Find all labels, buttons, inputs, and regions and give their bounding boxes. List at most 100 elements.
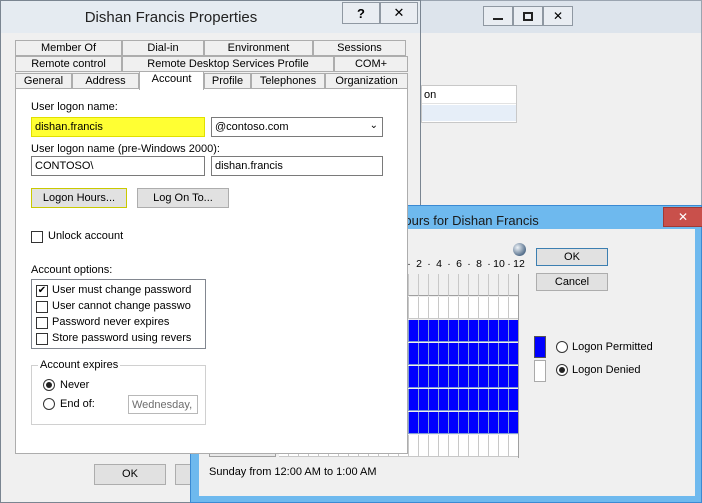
tab-sessions[interactable]: Sessions — [313, 40, 406, 56]
tab-general[interactable]: General — [15, 73, 72, 89]
maximize-button[interactable] — [513, 6, 543, 26]
account-options-list[interactable]: ✔ User must change password User cannot ch… — [31, 279, 206, 349]
hour-column-header[interactable] — [449, 274, 459, 296]
hour-column-header[interactable] — [439, 274, 449, 296]
hour-cell[interactable] — [429, 343, 439, 365]
tab-member-of[interactable]: Member Of — [15, 40, 122, 56]
hour-cell[interactable] — [429, 412, 439, 434]
ok-button[interactable]: OK — [536, 248, 608, 266]
pre2000-user-input[interactable]: dishan.francis — [211, 156, 383, 176]
tab-address[interactable]: Address — [72, 73, 139, 89]
hour-cell[interactable] — [509, 297, 519, 319]
hour-cell[interactable] — [409, 343, 419, 365]
user-logon-input[interactable]: dishan.francis — [31, 117, 205, 137]
tab-remote-control[interactable]: Remote control — [15, 56, 122, 72]
hour-cell[interactable] — [439, 435, 449, 457]
tab-telephones[interactable]: Telephones — [251, 73, 325, 89]
hour-cell[interactable] — [469, 366, 479, 388]
hour-cell[interactable] — [449, 366, 459, 388]
upn-suffix-select[interactable]: @contoso.com ⌄ — [211, 117, 383, 137]
tab-dial-in[interactable]: Dial-in — [122, 40, 204, 56]
hour-cell[interactable] — [479, 297, 489, 319]
hour-cell[interactable] — [459, 412, 469, 434]
hour-cell[interactable] — [469, 297, 479, 319]
hour-cell[interactable] — [479, 389, 489, 411]
cancel-button[interactable]: Cancel — [536, 273, 608, 291]
tab-remote-desktop-services-profile[interactable]: Remote Desktop Services Profile — [122, 56, 334, 72]
hour-column-header[interactable] — [489, 274, 499, 296]
hour-column-header[interactable] — [479, 274, 489, 296]
hour-cell[interactable] — [429, 297, 439, 319]
hour-cell[interactable] — [409, 320, 419, 342]
never-radio[interactable] — [43, 379, 55, 391]
end-of-date-field[interactable]: Wednesday, — [128, 395, 198, 414]
tab-profile[interactable]: Profile — [204, 73, 251, 89]
hour-cell[interactable] — [479, 435, 489, 457]
hour-column-header[interactable] — [509, 274, 519, 296]
list-column-header[interactable]: on — [422, 86, 516, 104]
hour-cell[interactable] — [449, 320, 459, 342]
hour-cell[interactable] — [459, 320, 469, 342]
hour-cell[interactable] — [489, 343, 499, 365]
hour-cell[interactable] — [469, 343, 479, 365]
hour-cell[interactable] — [459, 389, 469, 411]
hour-cell[interactable] — [489, 435, 499, 457]
help-button[interactable]: ? — [342, 2, 380, 24]
close-button[interactable]: ✕ — [543, 6, 573, 26]
hour-cell[interactable] — [509, 389, 519, 411]
hour-cell[interactable] — [449, 389, 459, 411]
hour-cell[interactable] — [479, 320, 489, 342]
hour-cell[interactable] — [499, 412, 509, 434]
hour-cell[interactable] — [499, 366, 509, 388]
hour-cell[interactable] — [459, 343, 469, 365]
hour-cell[interactable] — [489, 389, 499, 411]
log-on-to-button[interactable]: Log On To... — [137, 188, 229, 208]
hour-cell[interactable] — [509, 320, 519, 342]
hour-cell[interactable] — [419, 389, 429, 411]
hour-cell[interactable] — [459, 366, 469, 388]
hour-cell[interactable] — [419, 320, 429, 342]
hour-cell[interactable] — [409, 389, 419, 411]
hour-cell[interactable] — [439, 297, 449, 319]
hour-cell[interactable] — [479, 366, 489, 388]
hour-column-header[interactable] — [459, 274, 469, 296]
account-option-checkbox[interactable] — [36, 301, 48, 313]
hour-cell[interactable] — [439, 366, 449, 388]
hour-cell[interactable] — [499, 320, 509, 342]
hour-cell[interactable] — [419, 343, 429, 365]
hour-cell[interactable] — [439, 320, 449, 342]
minimize-button[interactable] — [483, 6, 513, 26]
hour-cell[interactable] — [469, 435, 479, 457]
tab-account[interactable]: Account — [139, 71, 204, 90]
hour-cell[interactable] — [509, 412, 519, 434]
hour-cell[interactable] — [489, 412, 499, 434]
close-button[interactable]: ✕ — [380, 2, 418, 24]
logon-hours-button[interactable]: Logon Hours... — [31, 188, 127, 208]
tab-environment[interactable]: Environment — [204, 40, 313, 56]
hour-cell[interactable] — [419, 412, 429, 434]
hour-column-header[interactable] — [499, 274, 509, 296]
logon-denied-radio[interactable] — [556, 364, 568, 376]
hour-cell[interactable] — [439, 343, 449, 365]
hour-cell[interactable] — [459, 297, 469, 319]
hour-cell[interactable] — [409, 435, 419, 457]
hour-cell[interactable] — [449, 435, 459, 457]
hour-cell[interactable] — [469, 389, 479, 411]
hour-cell[interactable] — [489, 366, 499, 388]
hour-column-header[interactable] — [409, 274, 419, 296]
tab-organization[interactable]: Organization — [325, 73, 408, 89]
hour-column-header[interactable] — [419, 274, 429, 296]
hour-cell[interactable] — [479, 412, 489, 434]
hour-cell[interactable] — [479, 343, 489, 365]
list-item[interactable] — [422, 105, 516, 121]
tab-com-[interactable]: COM+ — [334, 56, 408, 72]
hour-cell[interactable] — [449, 343, 459, 365]
hour-cell[interactable] — [469, 320, 479, 342]
end-of-radio[interactable] — [43, 398, 55, 410]
hour-cell[interactable] — [499, 389, 509, 411]
hour-cell[interactable] — [409, 412, 419, 434]
hour-cell[interactable] — [449, 412, 459, 434]
hour-cell[interactable] — [509, 366, 519, 388]
account-option-checkbox[interactable] — [36, 333, 48, 345]
hour-cell[interactable] — [449, 297, 459, 319]
